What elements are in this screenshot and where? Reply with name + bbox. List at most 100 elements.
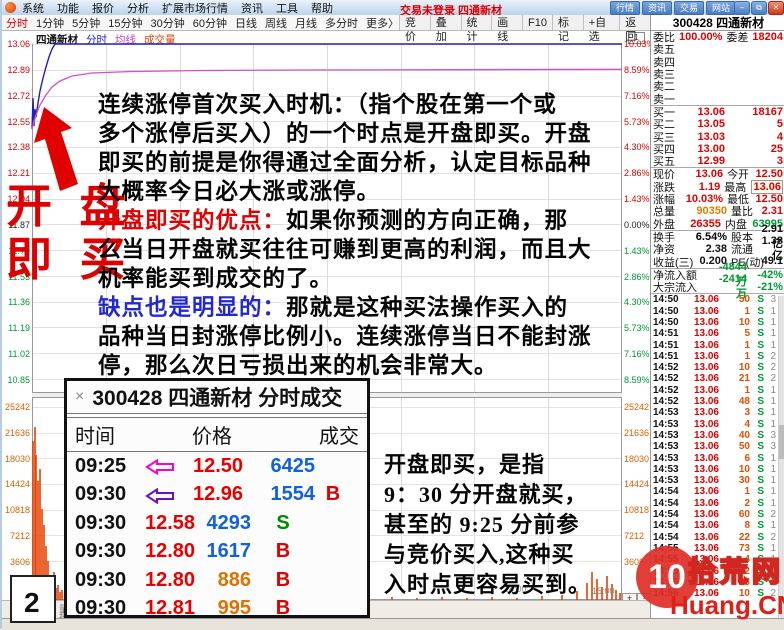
- tick-row[interactable]: 14:54 13.06 2 S 1: [651, 498, 784, 509]
- annotation-line: 9：30 分开盘就买，: [384, 480, 644, 510]
- tick-row[interactable]: 14:54 13.06 8 S 1: [651, 520, 784, 531]
- tick-row[interactable]: 14:53 13.06 30 S 1: [651, 475, 784, 486]
- table-row[interactable]: 09:25 12.50 6425: [67, 452, 367, 481]
- tick-row[interactable]: 14:52 13.06 48 S 1: [651, 396, 784, 407]
- tick-row[interactable]: 14:55 13.06 72 S 3: [651, 565, 784, 576]
- annotation-line: 与竞价买入,这种买: [384, 540, 644, 570]
- tick-row[interactable]: 14:55 13.06 73 S 1: [651, 543, 784, 554]
- quote-row: 大宗流入 -2414万 -21%: [651, 281, 784, 293]
- tick-row[interactable]: 14:51 13.06 1 S 1: [651, 339, 784, 350]
- annotation-up-arrow: [22, 103, 92, 198]
- period-tab[interactable]: 月线: [295, 15, 317, 31]
- period-tabs: 分时 1分钟 5分钟 15分钟 30分钟 60分钟日线周线月线多分时更多〉: [2, 15, 399, 31]
- toolbar-action-button[interactable]: 返回: [619, 15, 650, 30]
- menu-item[interactable]: 扩展市场行情: [162, 0, 228, 16]
- tick-popup-titlebar: × 300428 四通新材 分时成交: [67, 381, 367, 413]
- tick-row[interactable]: 14:53 13.06 50 S 3: [651, 441, 784, 452]
- titlebar: 系统功能报价分析扩展市场行情资讯工具帮助 交易未登录 四通新材 行情资讯交易网站…: [2, 0, 784, 15]
- tick-row[interactable]: 14:52 13.06 21 S 2: [651, 373, 784, 384]
- menu-item[interactable]: 帮助: [311, 0, 333, 16]
- toolbar-action-button[interactable]: 竞价: [399, 15, 430, 30]
- tick-row[interactable]: 14:52 13.06 10 S 2: [651, 362, 784, 373]
- tick-row[interactable]: 14:54 13.06 1 S 1: [651, 486, 784, 497]
- annotation-line: 缺点也是明显的：那就是这种买法操作买入的: [98, 293, 646, 322]
- menu-item[interactable]: 报价: [92, 0, 114, 16]
- annotation-line: 开盘即买，是指: [384, 450, 644, 480]
- table-row[interactable]: 09:30 12.81 995 B: [67, 595, 367, 619]
- menu-item[interactable]: 分析: [127, 0, 149, 16]
- tick-row[interactable]: 14:54 13.06 60 S 2: [651, 509, 784, 520]
- tick-row[interactable]: 14:55 13.06 4 S 1: [651, 554, 784, 565]
- annotation-line: 甚至的 9:25 分前参: [384, 510, 644, 540]
- tick-row[interactable]: 14:52 13.06 1 S 1: [651, 385, 784, 396]
- annotation-line: 大概率今日必大涨或涨停。: [98, 177, 646, 206]
- tick-row[interactable]: 14:51 13.06 5 S 1: [651, 328, 784, 339]
- period-tab[interactable]: 5分钟: [72, 15, 100, 31]
- titlebar-nav-button[interactable]: 行情: [610, 1, 640, 15]
- sidebar-scrollbar[interactable]: [778, 296, 784, 618]
- sidebar-stock-header: 300428 四通新材: [650, 15, 784, 31]
- status-bar: [2, 618, 784, 630]
- toolbar-actions: 竞价叠加统计画线F10标记+自选返回: [399, 15, 650, 30]
- tick-row[interactable]: 14:53 13.06 3 S 1: [651, 407, 784, 418]
- table-row[interactable]: 09:30 12.80 886 B: [67, 566, 367, 595]
- menu-item[interactable]: 工具: [276, 0, 298, 16]
- tick-row[interactable]: 14:54 13.06 22 S 2: [651, 531, 784, 542]
- tick-row[interactable]: 14:51 13.06 1 S 2: [651, 351, 784, 362]
- minimize-button[interactable]: –: [734, 1, 750, 15]
- table-row[interactable]: 09:30 12.80 1617 B: [67, 538, 367, 567]
- period-tab[interactable]: 1分钟: [36, 15, 64, 31]
- annotation-line: 多个涨停后买入）的一个时点是开盘即买。开盘: [98, 119, 646, 148]
- period-tab[interactable]: 日线: [235, 15, 257, 31]
- popup-close-icon[interactable]: ×: [75, 388, 84, 406]
- period-tab[interactable]: 分时: [6, 15, 28, 31]
- annotation-line: 开盘即买的优点：如果你预测的方向正确，那: [98, 206, 646, 235]
- quote-row: 卖一: [651, 92, 784, 104]
- restore-button[interactable]: ⧉: [751, 1, 767, 15]
- tick-row[interactable]: 14:53 13.06 10 S 1: [651, 464, 784, 475]
- step-number-badge: 2: [10, 575, 56, 623]
- highlight-arrow-icon: [145, 487, 175, 503]
- annotation-line: 么当日开盘就买往往可赚到更高的利润，而且大: [98, 235, 646, 264]
- tick-row[interactable]: 14:50 13.06 10 S 1: [651, 317, 784, 328]
- toolbar-action-button[interactable]: +自选: [583, 15, 620, 30]
- period-tab[interactable]: 30分钟: [151, 15, 185, 31]
- tick-row[interactable]: 14:50 13.06 50 S 3: [651, 294, 784, 305]
- period-tab[interactable]: 更多〉: [366, 15, 399, 31]
- annotation-paragraph-bottom: 开盘即买，是指 9：30 分开盘就买， 甚至的 9:25 分前参 与竞价买入,这…: [384, 450, 644, 600]
- table-row[interactable]: 09:30 12.58 4293 S: [67, 509, 367, 538]
- quote-row: 买五 12.99 3: [651, 155, 784, 167]
- period-tab[interactable]: 周线: [265, 15, 287, 31]
- tick-row[interactable]: 14:56 13.06 10 S 2: [651, 588, 784, 599]
- menu-item[interactable]: 功能: [57, 0, 79, 16]
- tick-row[interactable]: 14:53 13.06 6 S 1: [651, 452, 784, 463]
- titlebar-nav-button[interactable]: 资讯: [642, 1, 672, 15]
- popup-title: 300428 四通新材 分时成交: [92, 382, 342, 412]
- tick-table-header: 时间 价格 成交: [67, 418, 367, 451]
- tick-trade-popup[interactable]: × 300428 四通新材 分时成交 时间 价格 成交 09:25 12.50 …: [64, 378, 370, 618]
- period-tab[interactable]: 60分钟: [193, 15, 227, 31]
- tick-row[interactable]: 14:53 13.06 40 S 3: [651, 430, 784, 441]
- toolbar-action-button[interactable]: 标记: [552, 15, 583, 30]
- menu-item[interactable]: 资讯: [241, 0, 263, 16]
- toolbar-action-button[interactable]: 叠加: [430, 15, 461, 30]
- period-tab[interactable]: 多分时: [325, 15, 358, 31]
- menu-item[interactable]: 系统: [22, 0, 44, 16]
- period-tab[interactable]: 15分钟: [108, 15, 142, 31]
- annotation-line: 即买的前提是你得通过全面分析，认定目标品种: [98, 148, 646, 177]
- tick-row[interactable]: 14:53 13.06 4 S 1: [651, 419, 784, 430]
- menu-bar: 系统功能报价分析扩展市场行情资讯工具帮助: [22, 0, 333, 16]
- titlebar-nav-button[interactable]: 网站: [706, 1, 736, 15]
- close-button[interactable]: ✕: [768, 1, 784, 15]
- annotation-line: 连续涨停首次买入时机：（指个股在第一个或: [98, 90, 646, 119]
- titlebar-nav-button[interactable]: 交易: [674, 1, 704, 15]
- toolbar-action-button[interactable]: 统计: [461, 15, 492, 30]
- tick-row[interactable]: 14:50 13.06 1 S 1: [651, 306, 784, 317]
- toolbar-action-button[interactable]: 画线: [491, 15, 522, 30]
- toolbar-action-button[interactable]: F10: [522, 15, 552, 30]
- period-toolbar: 分时 1分钟 5分钟 15分钟 30分钟 60分钟日线周线月线多分时更多〉 竞价叠加统计画…: [2, 15, 650, 31]
- quote-sidebar: 委比 100.00% 委差 18204 卖五 卖四 卖三: [650, 31, 784, 618]
- table-row[interactable]: 09:30 12.96 1554 B: [67, 481, 367, 510]
- window-controls: – ⧉ ✕: [734, 1, 784, 15]
- tick-row[interactable]: 14:55 13.06 28 S 1: [651, 577, 784, 588]
